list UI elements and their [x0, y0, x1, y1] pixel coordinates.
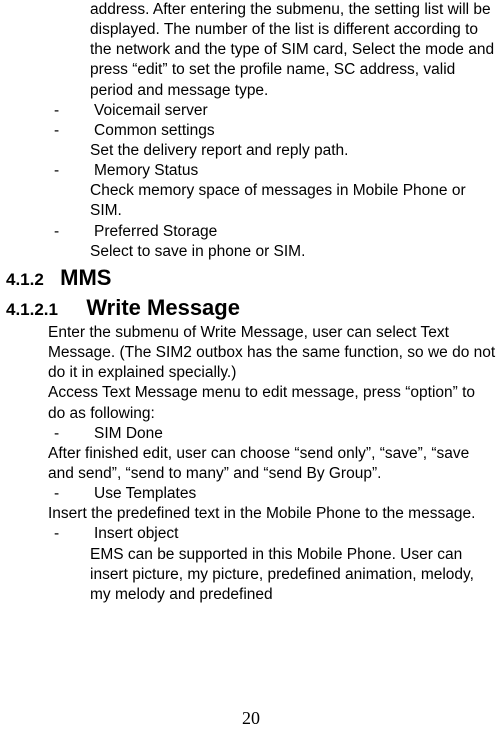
- bullet-dash: -: [6, 222, 58, 242]
- list-item-label: Insert object: [58, 524, 178, 544]
- bullet-dash: -: [6, 121, 58, 141]
- list-item: - Use Templates: [6, 484, 496, 504]
- heading-number: 4.1.2: [6, 269, 44, 291]
- list-item-label: Voicemail server: [58, 101, 208, 121]
- paragraph: Access Text Message menu to edit message…: [6, 383, 496, 423]
- list-item: - Common settings: [6, 121, 496, 141]
- page: address. After entering the submenu, the…: [0, 0, 502, 741]
- list-item-label: Use Templates: [58, 484, 196, 504]
- list-item-desc: Check memory space of messages in Mobile…: [6, 181, 496, 221]
- list-item-desc: EMS can be supported in this Mobile Phon…: [6, 545, 496, 605]
- heading-mms: 4.1.2 MMS: [6, 264, 496, 293]
- content-area: address. After entering the submenu, the…: [0, 0, 502, 605]
- list-item-label: SIM Done: [58, 424, 163, 444]
- bullet-dash: -: [6, 101, 58, 121]
- list-item: - Memory Status: [6, 161, 496, 181]
- list-item-desc: Insert the predefined text in the Mobile…: [6, 504, 496, 524]
- list-item-label: Common settings: [58, 121, 215, 141]
- paragraph-continuation: address. After entering the submenu, the…: [6, 0, 496, 101]
- bullet-dash: -: [6, 424, 58, 444]
- list-item-label: Memory Status: [58, 161, 198, 181]
- list-item: - Insert object: [6, 524, 496, 544]
- bullet-dash: -: [6, 524, 58, 544]
- heading-title: MMS: [48, 264, 111, 293]
- page-number: 20: [0, 708, 502, 729]
- list-item-label: Preferred Storage: [58, 222, 217, 242]
- list-item: - Preferred Storage: [6, 222, 496, 242]
- list-item-desc: Set the delivery report and reply path.: [6, 141, 496, 161]
- heading-number: 4.1.2.1: [6, 299, 58, 321]
- paragraph: Enter the submenu of Write Message, user…: [6, 323, 496, 383]
- bullet-dash: -: [6, 484, 58, 504]
- list-item-desc: Select to save in phone or SIM.: [6, 242, 496, 262]
- heading-title: Write Message: [62, 294, 240, 323]
- heading-write-message: 4.1.2.1 Write Message: [6, 294, 496, 323]
- list-item: - SIM Done: [6, 424, 496, 444]
- list-item: - Voicemail server: [6, 101, 496, 121]
- list-item-desc: After finished edit, user can choose “se…: [6, 444, 496, 484]
- bullet-dash: -: [6, 161, 58, 181]
